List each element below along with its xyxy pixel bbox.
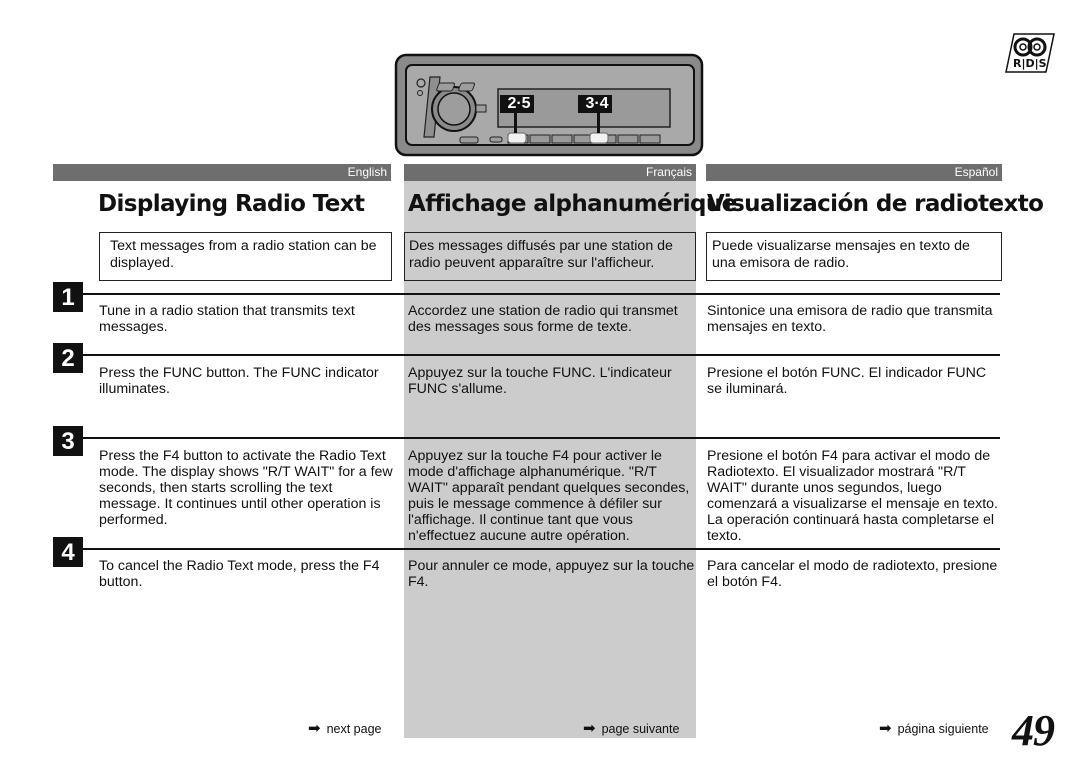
language-bar-spanish: Español: [706, 164, 1002, 181]
intro-box-french: Des messages diffusés par une station de…: [404, 232, 696, 281]
step-3-text-french: Appuyez sur la touche F4 pour activer le…: [408, 448, 690, 544]
language-bar-english: English: [53, 164, 391, 181]
step-4-text-english: To cancel the Radio Text mode, press the…: [99, 558, 380, 590]
step-1-text-english: Tune in a radio station that transmits t…: [99, 303, 355, 335]
arrow-right-icon: ➡: [879, 720, 892, 737]
step-divider-4: [83, 548, 1000, 550]
intro-text-french: Des messages diffusés par une station de…: [409, 238, 673, 271]
next-page-label-english: next page: [326, 722, 382, 736]
title-spanish: Visualización de radiotexto: [707, 191, 1044, 217]
step-number-4: 4: [53, 537, 83, 567]
step-2-text-english: Press the FUNC button. The FUNC indicato…: [99, 365, 379, 397]
title-english: Displaying Radio Text: [98, 191, 365, 217]
arrow-right-icon: ➡: [308, 720, 321, 737]
step-divider-1: [83, 293, 1000, 295]
callout-label-right: 3·4: [585, 95, 609, 112]
intro-box-english: Text messages from a radio station can b…: [99, 232, 392, 281]
intro-box-spanish: Puede visualizarse mensajes en texto de …: [706, 232, 1002, 281]
intro-text-english: Text messages from a radio station can b…: [110, 238, 377, 271]
title-french: Affichage alphanumérique: [408, 191, 737, 217]
next-page-link-french[interactable]: ➡ page suivante: [583, 720, 680, 737]
step-number-3: 3: [53, 426, 83, 456]
arrow-right-icon: ➡: [583, 720, 596, 737]
car-stereo-illustration: [394, 53, 704, 157]
step-1-text-spanish: Sintonice una emisora de radio que trans…: [707, 303, 993, 335]
step-4-text-spanish: Para cancelar el modo de radiotexto, pre…: [707, 558, 998, 590]
rds-logo-icon: R|D|S: [1005, 33, 1055, 73]
svg-text:R|D|S: R|D|S: [1013, 57, 1047, 70]
intro-text-spanish: Puede visualizarse mensajes en texto de …: [712, 238, 970, 271]
next-page-link-spanish[interactable]: ➡ página siguiente: [879, 720, 989, 737]
step-divider-2: [83, 354, 1000, 356]
step-2-text-french: Appuyez sur la touche FUNC. L'indicateur…: [408, 365, 672, 397]
step-number-2: 2: [53, 343, 83, 373]
next-page-label-spanish: página siguiente: [897, 722, 989, 736]
next-page-link-english[interactable]: ➡ next page: [308, 720, 382, 737]
next-page-label-french: page suivante: [601, 722, 680, 736]
step-divider-3: [83, 437, 1000, 439]
step-4-text-french: Pour annuler ce mode, appuyez sur la tou…: [408, 558, 695, 590]
page-number: 49: [1012, 706, 1055, 755]
step-1-text-french: Accordez une station de radio qui transm…: [408, 303, 678, 335]
step-3-text-english: Press the F4 button to activate the Radi…: [99, 448, 393, 528]
step-3-text-spanish: Presione el botón F4 para activar el mod…: [707, 448, 998, 544]
language-bar-french: Français: [404, 164, 696, 181]
step-number-1: 1: [53, 282, 83, 312]
step-2-text-spanish: Presione el botón FUNC. El indicador FUN…: [707, 365, 987, 397]
callout-label-left: 2·5: [507, 95, 531, 112]
